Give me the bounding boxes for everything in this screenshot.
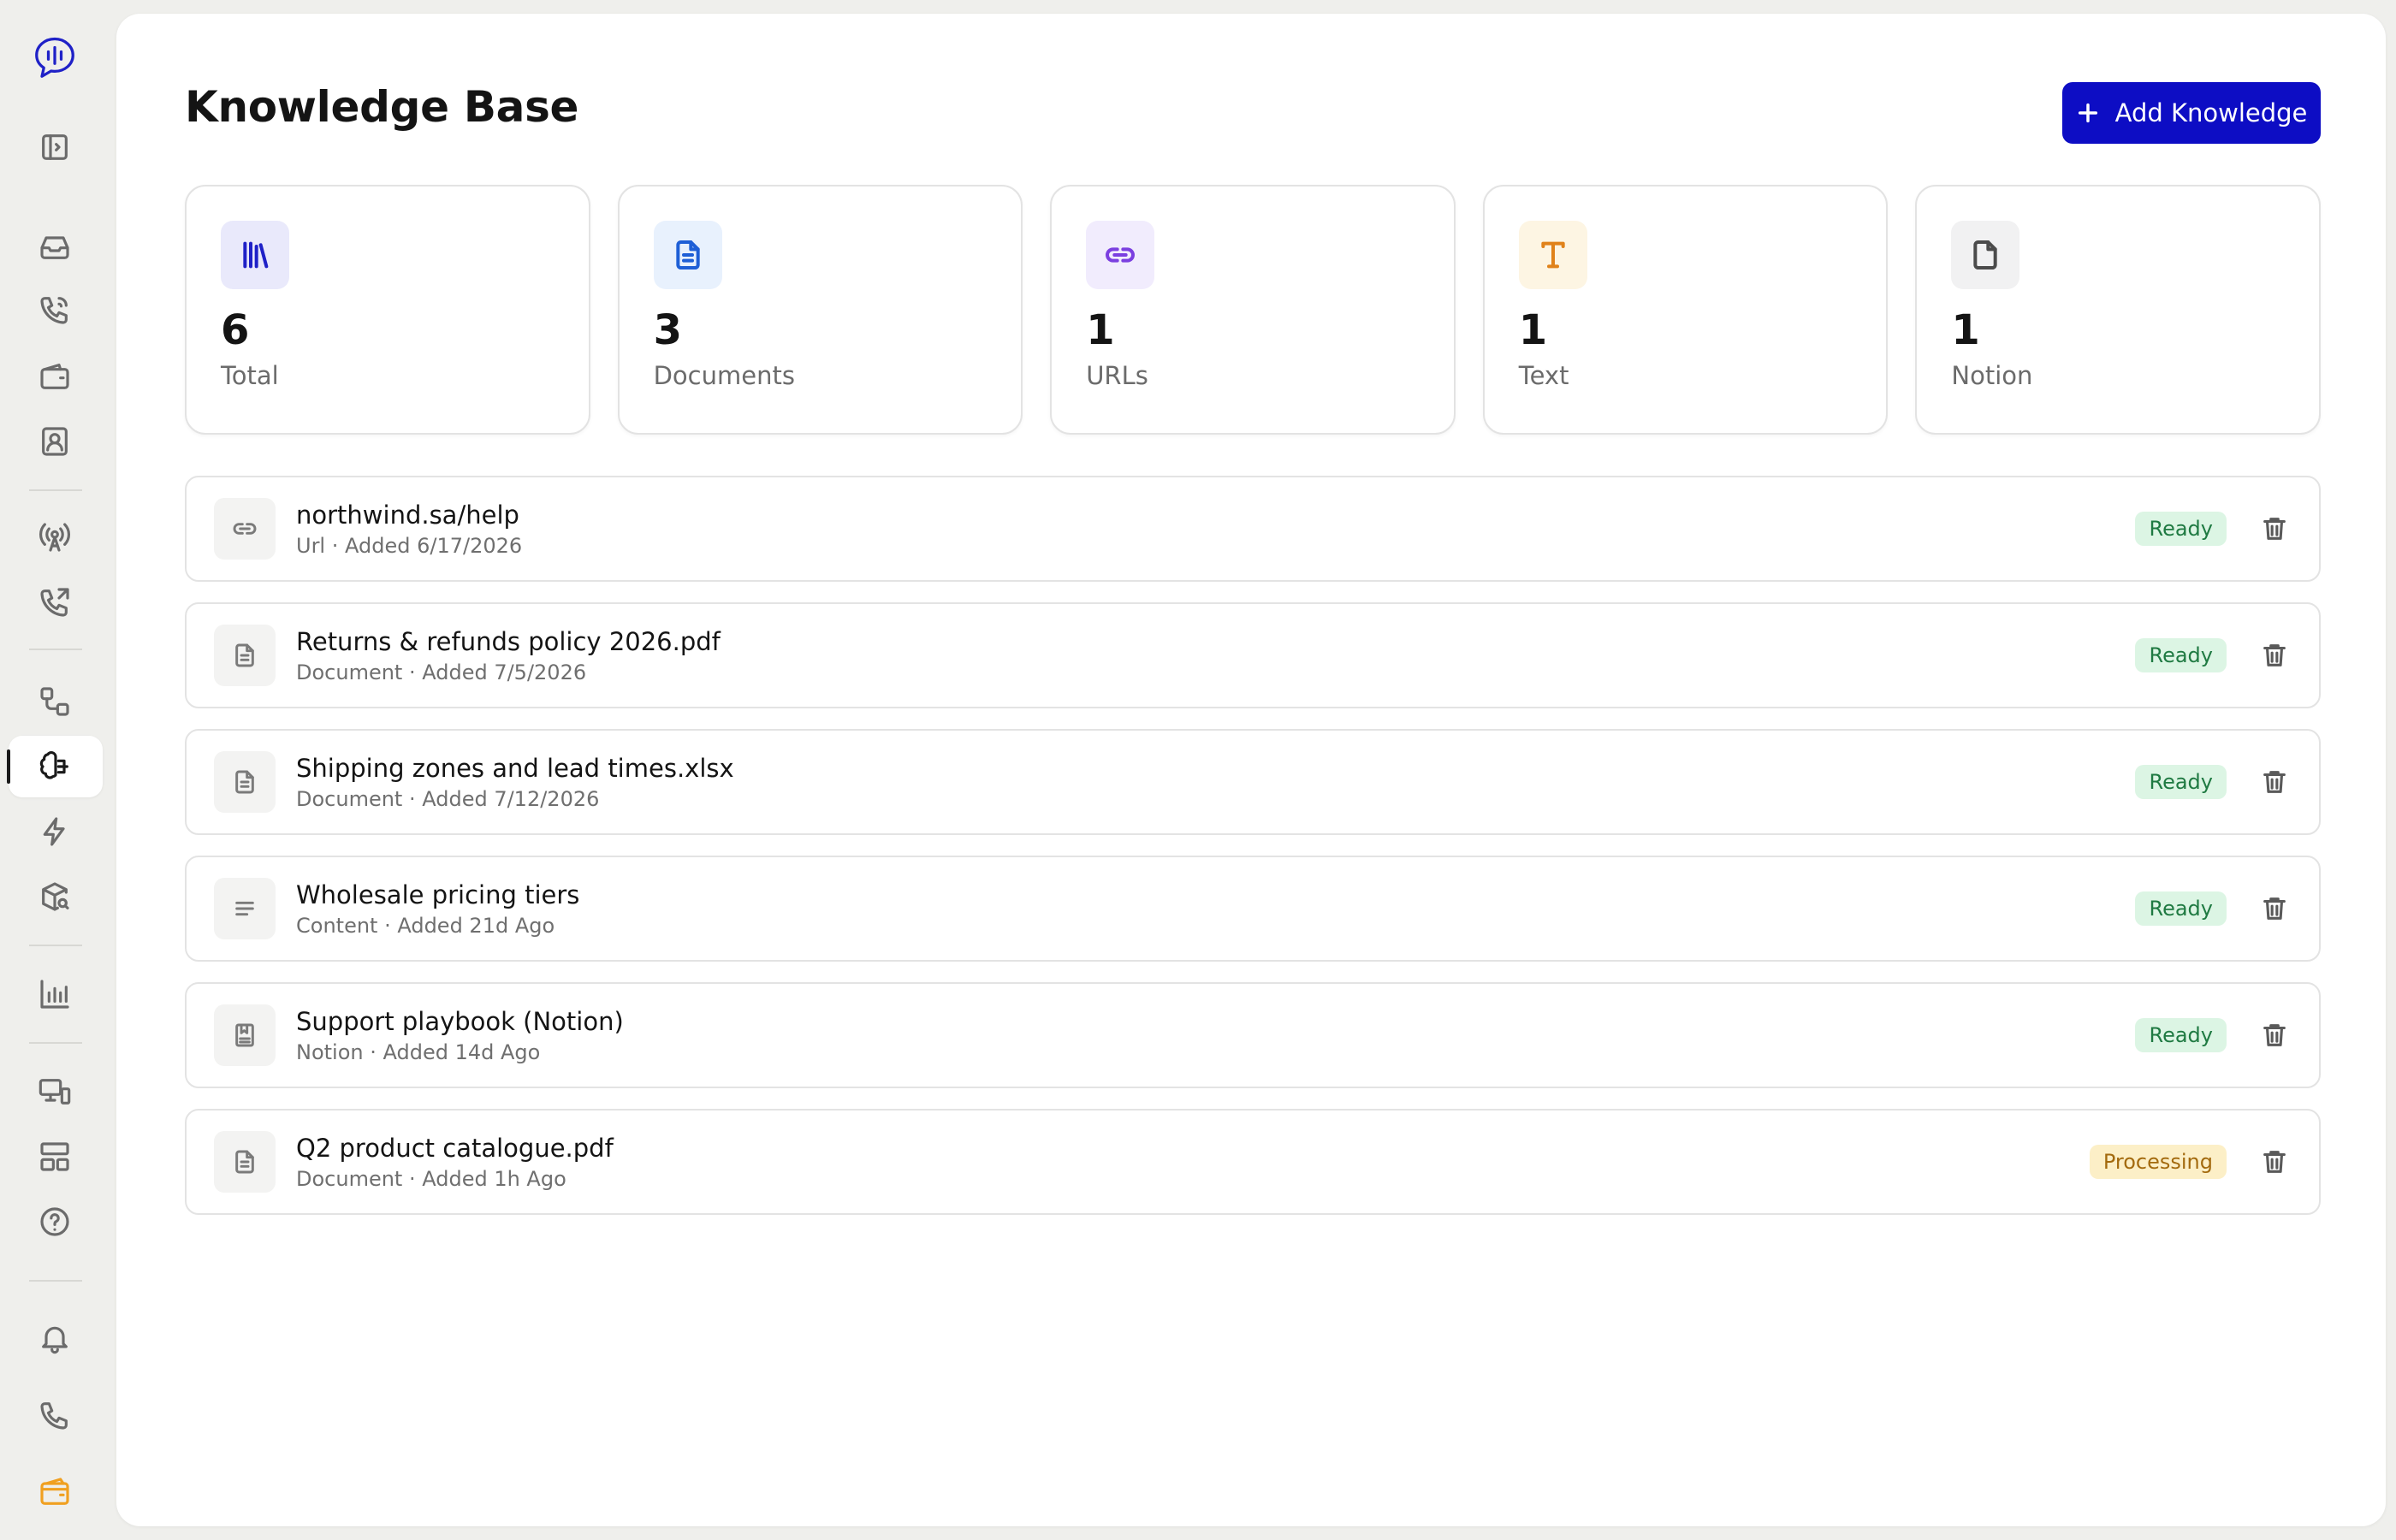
trash-icon[interactable] (2257, 512, 2292, 546)
stat-card-urls: 1 URLs (1050, 185, 1456, 435)
trash-icon[interactable] (2257, 765, 2292, 799)
stat-card-documents: 3 Documents (617, 185, 1023, 435)
document-icon (214, 625, 276, 686)
item-meta: Document · Added 7/5/2026 (296, 660, 587, 685)
item-title: Q2 product catalogue.pdf (296, 1133, 614, 1163)
package-search-icon[interactable] (26, 868, 84, 926)
trash-icon[interactable] (2257, 1018, 2292, 1052)
trash-icon[interactable] (2257, 891, 2292, 926)
sidebar-divider (29, 489, 82, 491)
item-title: Shipping zones and lead times.xlsx (296, 753, 734, 783)
document-icon (653, 221, 722, 289)
layout-icon[interactable] (26, 1128, 84, 1186)
add-knowledge-label: Add Knowledge (2114, 98, 2308, 127)
item-meta: Content · Added 21d Ago (296, 914, 555, 939)
inbox-icon[interactable] (26, 217, 84, 275)
bell-icon[interactable] (26, 1309, 84, 1367)
stat-value: 1 (1086, 306, 1115, 354)
list-item[interactable]: Wholesale pricing tiers Content · Added … (185, 856, 2321, 962)
page-title: Knowledge Base (185, 82, 579, 132)
stat-card-notion: 1 Notion (1915, 185, 2321, 435)
outgoing-call-icon[interactable] (26, 573, 84, 631)
status-badge: Processing (2089, 1145, 2227, 1179)
stat-label: URLs (1086, 361, 1148, 390)
status-badge: Ready (2135, 765, 2227, 799)
wallet-icon[interactable] (26, 1463, 84, 1521)
document-icon (214, 751, 276, 813)
sidebar-divider (29, 1042, 82, 1044)
trash-icon[interactable] (2257, 1145, 2292, 1179)
workflow-icon[interactable] (26, 672, 84, 731)
item-meta: Url · Added 6/17/2026 (296, 534, 523, 559)
file-icon (1951, 221, 2020, 289)
item-meta: Notion · Added 14d Ago (296, 1040, 541, 1065)
text-lines-icon (214, 878, 276, 939)
stat-value: 3 (653, 306, 682, 354)
wallet-icon[interactable] (26, 347, 84, 406)
list-item[interactable]: northwind.sa/help Url · Added 6/17/2026 … (185, 476, 2321, 582)
logo-icon[interactable] (26, 29, 84, 87)
stat-label: Total (221, 361, 279, 390)
stat-card-total: 6 Total (185, 185, 590, 435)
list-item[interactable]: Q2 product catalogue.pdf Document · Adde… (185, 1109, 2321, 1215)
app: Knowledge Base Add Knowledge 6 Total 3 D… (0, 0, 2396, 1540)
stat-value: 1 (1518, 306, 1548, 354)
stat-card-text: 1 Text (1482, 185, 1889, 435)
phone-icon[interactable] (26, 1386, 84, 1444)
item-title: Wholesale pricing tiers (296, 880, 580, 909)
stat-value: 6 (221, 306, 250, 354)
lightning-icon[interactable] (26, 803, 84, 861)
item-title: northwind.sa/help (296, 500, 519, 530)
status-badge: Ready (2135, 638, 2227, 672)
status-badge: Ready (2135, 891, 2227, 926)
help-icon[interactable] (26, 1193, 84, 1251)
notion-icon (214, 1004, 276, 1066)
bar-chart-icon[interactable] (26, 965, 84, 1023)
sidebar-divider (29, 649, 82, 650)
sidebar (0, 0, 116, 1540)
library-icon (221, 221, 289, 289)
stat-label: Notion (1951, 361, 2033, 390)
knowledge-list: northwind.sa/help Url · Added 6/17/2026 … (185, 476, 2321, 1235)
sidebar-toggle-icon[interactable] (26, 118, 84, 176)
stat-value: 1 (1951, 306, 1980, 354)
stats-row: 6 Total 3 Documents 1 URLs 1 Text 1 Noti… (185, 185, 2321, 435)
item-meta: Document · Added 7/12/2026 (296, 787, 600, 812)
stat-label: Text (1518, 361, 1569, 390)
link-icon (1086, 221, 1155, 289)
link-icon (214, 498, 276, 560)
item-title: Support playbook (Notion) (296, 1006, 624, 1036)
stat-label: Documents (653, 361, 795, 390)
item-meta: Document · Added 1h Ago (296, 1167, 566, 1192)
add-knowledge-button[interactable]: Add Knowledge (2062, 82, 2321, 144)
item-title: Returns & refunds policy 2026.pdf (296, 626, 721, 656)
document-icon (214, 1131, 276, 1193)
list-item[interactable]: Support playbook (Notion) Notion · Added… (185, 982, 2321, 1088)
text-icon (1518, 221, 1587, 289)
trash-icon[interactable] (2257, 638, 2292, 672)
main-panel: Knowledge Base Add Knowledge 6 Total 3 D… (116, 14, 2386, 1526)
plus-icon (2078, 103, 2097, 123)
knowledge-brain-icon (39, 751, 68, 779)
list-item[interactable]: Returns & refunds policy 2026.pdf Docume… (185, 602, 2321, 708)
sidebar-divider (29, 945, 82, 946)
sidebar-divider (29, 1280, 82, 1282)
status-badge: Ready (2135, 512, 2227, 546)
list-item[interactable]: Shipping zones and lead times.xlsx Docum… (185, 729, 2321, 835)
devices-icon[interactable] (26, 1063, 84, 1121)
broadcast-icon[interactable] (26, 508, 84, 566)
sidebar-item-knowledge-base[interactable] (7, 736, 103, 797)
phone-call-icon[interactable] (26, 281, 84, 339)
contact-icon[interactable] (26, 412, 84, 471)
status-badge: Ready (2135, 1018, 2227, 1052)
